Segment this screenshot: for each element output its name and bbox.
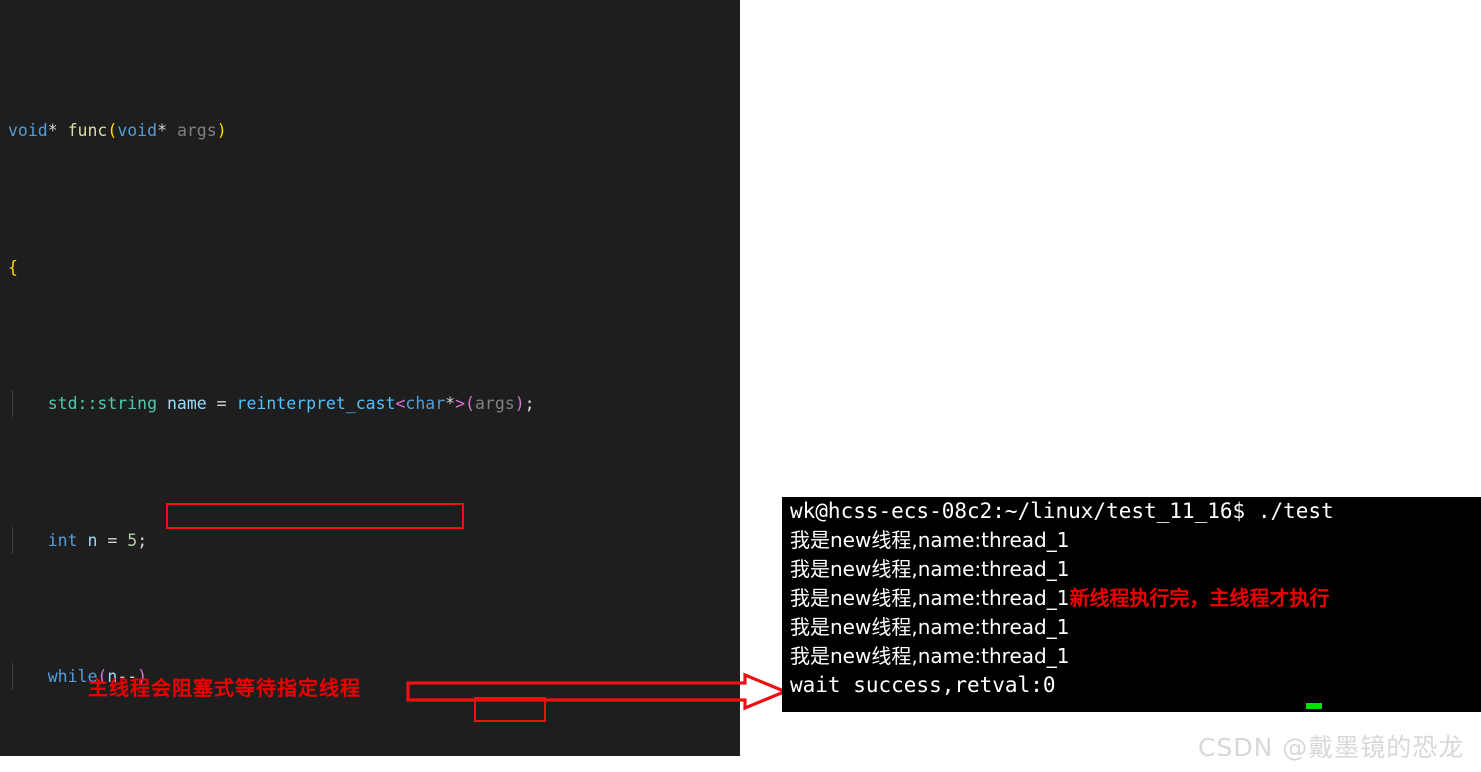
terminal-cursor xyxy=(1306,703,1322,709)
terminal-prompt-line: wk@hcss-ecs-08c2:~/linux/test_11_16$ ./t… xyxy=(782,497,1481,526)
code-line: int n = 5; xyxy=(0,526,740,554)
terminal-annotation-text: 新线程执行完，主线程才执行 xyxy=(1069,586,1330,610)
terminal-output-line: 我是new线程,name:thread_1新线程执行完，主线程才执行 xyxy=(790,586,1330,610)
code-annotation-text: 主线程会阻塞式等待指定线程 xyxy=(88,676,361,700)
terminal-command: ./test xyxy=(1257,499,1334,523)
terminal-output-line: wait success,retval:0 xyxy=(790,673,1056,697)
terminal-window[interactable]: wk@hcss-ecs-08c2:~/linux/test_11_16$ ./t… xyxy=(782,497,1481,712)
terminal-output-line: 我是new线程,name:thread_1 xyxy=(790,615,1070,639)
code-editor-pane[interactable]: void* func(void* args) { std::string nam… xyxy=(0,0,740,756)
terminal-output-line: 我是new线程,name:thread_1 xyxy=(790,557,1070,581)
code-line: std::string name = reinterpret_cast<char… xyxy=(0,390,740,418)
watermark: CSDN @戴墨镜的恐龙 xyxy=(1198,733,1465,762)
code-line: void* func(void* args) xyxy=(8,121,227,141)
code-lines[interactable]: void* func(void* args) { std::string nam… xyxy=(0,8,740,756)
terminal-output-line: 我是new线程,name:thread_1 xyxy=(790,644,1070,668)
code-line: { xyxy=(8,257,18,277)
terminal-prompt: wk@hcss-ecs-08c2:~/linux/test_11_16$ xyxy=(790,499,1246,523)
terminal-output-line: 我是new线程,name:thread_1 xyxy=(790,528,1070,552)
